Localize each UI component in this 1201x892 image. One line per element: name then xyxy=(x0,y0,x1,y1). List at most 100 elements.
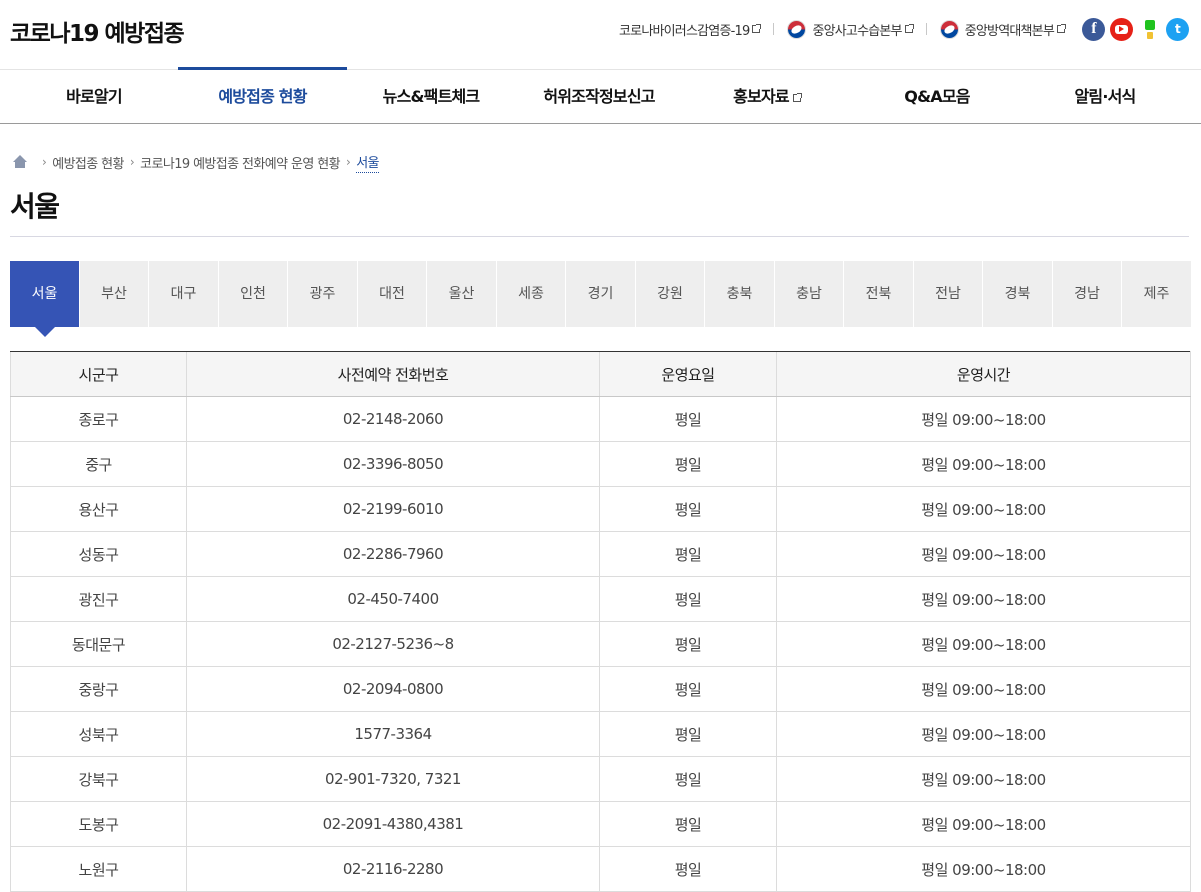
region-tab[interactable]: 경기 xyxy=(566,261,636,327)
external-link-icon xyxy=(752,24,762,33)
table-cell: 02-2286-7960 xyxy=(186,531,600,577)
social-links: f t xyxy=(1077,17,1189,41)
link-label: 중앙사고수습본부 xyxy=(812,23,902,39)
breadcrumb-current: 서울 xyxy=(356,152,380,173)
table-cell: 평일 09:00~18:00 xyxy=(776,801,1191,847)
table-row: 중랑구 02-2094-0800 평일 평일 09:00~18:00 xyxy=(10,666,1191,712)
table-cell: 평일 09:00~18:00 xyxy=(776,846,1191,892)
table-cell: 평일 xyxy=(599,846,777,892)
table-cell: 평일 xyxy=(599,756,777,802)
chevron-right-icon: › xyxy=(345,155,351,169)
table-cell: 평일 xyxy=(599,441,777,487)
nav-item-qna[interactable]: Q&A모음 xyxy=(851,70,1023,123)
link-label: 코로나바이러스감염증-19 xyxy=(619,23,750,39)
nav-label: 홍보자료 xyxy=(733,87,789,106)
home-icon[interactable] xyxy=(12,155,28,169)
table-cell: 평일 09:00~18:00 xyxy=(776,621,1191,667)
table-cell: 성북구 xyxy=(10,711,187,757)
nav-item-about[interactable]: 바로알기 xyxy=(0,70,188,123)
nav-item-promotion[interactable]: 홍보자료 xyxy=(683,70,851,123)
table-cell: 평일 xyxy=(599,621,777,667)
region-tab[interactable]: 광주 xyxy=(288,261,358,327)
table-cell: 02-2094-0800 xyxy=(186,666,600,712)
table-row: 성북구 1577-3364 평일 평일 09:00~18:00 xyxy=(10,711,1191,757)
column-header: 시군구 xyxy=(10,351,187,397)
youtube-icon[interactable] xyxy=(1110,17,1133,41)
table-cell: 평일 09:00~18:00 xyxy=(776,531,1191,577)
region-tab[interactable]: 세종 xyxy=(497,261,566,327)
table-cell: 용산구 xyxy=(10,486,187,532)
table-cell: 02-901-7320, 7321 xyxy=(186,756,600,802)
region-tab[interactable]: 제주 xyxy=(1122,261,1192,327)
table-cell: 02-2091-4380,4381 xyxy=(186,801,600,847)
region-tab[interactable]: 부산 xyxy=(80,261,149,327)
table-row: 종로구 02-2148-2060 평일 평일 09:00~18:00 xyxy=(10,396,1191,442)
region-tab[interactable]: 서울 xyxy=(10,261,80,337)
divider xyxy=(773,23,775,35)
breadcrumb-item[interactable]: 코로나19 예방접종 전화예약 운영 현황 xyxy=(140,153,340,172)
table-cell: 도봉구 xyxy=(10,801,187,847)
twitter-icon[interactable]: t xyxy=(1166,17,1189,41)
table-header-row: 시군구 사전예약 전화번호 운영요일 운영시간 xyxy=(10,351,1191,397)
table-cell: 02-3396-8050 xyxy=(186,441,600,487)
table-cell: 평일 xyxy=(599,486,777,532)
table-cell: 중구 xyxy=(10,441,187,487)
nav-item-vaccination-status[interactable]: 예방접종 현황 xyxy=(178,67,347,123)
region-tab[interactable]: 전북 xyxy=(844,261,914,327)
region-tabs: 서울 부산 대구 인천 광주 대전 울산 세종 경기 강원 충북 충남 전북 전남 경북 경남 제주 xyxy=(10,261,1192,337)
table-cell: 광진구 xyxy=(10,576,187,622)
table-cell: 02-450-7400 xyxy=(186,576,600,622)
table-cell: 평일 xyxy=(599,396,777,442)
table-cell: 02-2148-2060 xyxy=(186,396,600,442)
table-row: 도봉구 02-2091-4380,4381 평일 평일 09:00~18:00 xyxy=(10,801,1191,847)
table-cell: 02-2127-5236~8 xyxy=(186,621,600,667)
region-tab[interactable]: 전남 xyxy=(914,261,983,327)
table-cell: 평일 09:00~18:00 xyxy=(776,756,1191,802)
table-cell: 평일 xyxy=(599,711,777,757)
divider xyxy=(10,236,1189,237)
link-central-disaster-hq[interactable]: 중앙사고수습본부 xyxy=(787,19,914,39)
table-cell: 평일 09:00~18:00 xyxy=(776,441,1191,487)
site-logo[interactable]: 코로나19 예방접종 xyxy=(10,14,185,48)
table-cell: 성동구 xyxy=(10,531,187,577)
link-covid19-site[interactable]: 코로나바이러스감염증-19 xyxy=(619,20,762,39)
chevron-right-icon: › xyxy=(42,155,47,169)
table-row: 동대문구 02-2127-5236~8 평일 평일 09:00~18:00 xyxy=(10,621,1191,667)
table-cell: 동대문구 xyxy=(10,621,187,667)
facebook-icon[interactable]: f xyxy=(1082,17,1105,41)
table-cell: 노원구 xyxy=(10,846,187,892)
external-link-icon xyxy=(792,93,802,102)
column-header: 사전예약 전화번호 xyxy=(186,351,600,397)
region-tab[interactable]: 충남 xyxy=(775,261,844,327)
table-row: 노원구 02-2116-2280 평일 평일 09:00~18:00 xyxy=(10,846,1191,892)
taegeuk-icon xyxy=(787,19,807,39)
link-central-quarantine-hq[interactable]: 중앙방역대책본부 xyxy=(939,19,1066,39)
nav-item-news-factcheck[interactable]: 뉴스&팩트체크 xyxy=(347,70,515,123)
blog-icon[interactable] xyxy=(1138,18,1161,41)
page-title: 서울 xyxy=(10,190,60,223)
main-nav: 바로알기 예방접종 현황 뉴스&팩트체크 허위조작정보신고 홍보자료 Q&A모음… xyxy=(0,67,1201,124)
region-tab[interactable]: 충북 xyxy=(705,261,775,327)
chevron-right-icon: › xyxy=(129,155,135,169)
link-label: 중앙방역대책본부 xyxy=(964,23,1055,39)
table-cell: 평일 09:00~18:00 xyxy=(776,396,1191,442)
region-tab[interactable]: 경남 xyxy=(1053,261,1122,327)
table-cell: 평일 09:00~18:00 xyxy=(776,576,1191,622)
phone-reservation-table: 시군구 사전예약 전화번호 운영요일 운영시간 종로구 02-2148-2060 평… xyxy=(10,351,1191,892)
breadcrumb-item[interactable]: 예방접종 현황 xyxy=(52,153,124,172)
table-row: 광진구 02-450-7400 평일 평일 09:00~18:00 xyxy=(10,576,1191,622)
region-tab[interactable]: 경북 xyxy=(983,261,1053,327)
table-cell: 평일 xyxy=(599,576,777,622)
region-tab[interactable]: 대구 xyxy=(149,261,219,327)
external-link-icon xyxy=(904,24,914,33)
region-tab[interactable]: 울산 xyxy=(427,261,497,327)
table-cell: 02-2199-6010 xyxy=(186,486,600,532)
region-tab[interactable]: 강원 xyxy=(636,261,705,327)
nav-item-report-misinformation[interactable]: 허위조작정보신고 xyxy=(515,70,683,123)
region-tab[interactable]: 인천 xyxy=(219,261,288,327)
region-tab[interactable]: 대전 xyxy=(358,261,427,327)
table-cell: 평일 xyxy=(599,666,777,712)
table-row: 성동구 02-2286-7960 평일 평일 09:00~18:00 xyxy=(10,531,1191,577)
table-cell: 1577-3364 xyxy=(186,711,600,757)
nav-item-notices-forms[interactable]: 알림·서식 xyxy=(1023,70,1187,123)
